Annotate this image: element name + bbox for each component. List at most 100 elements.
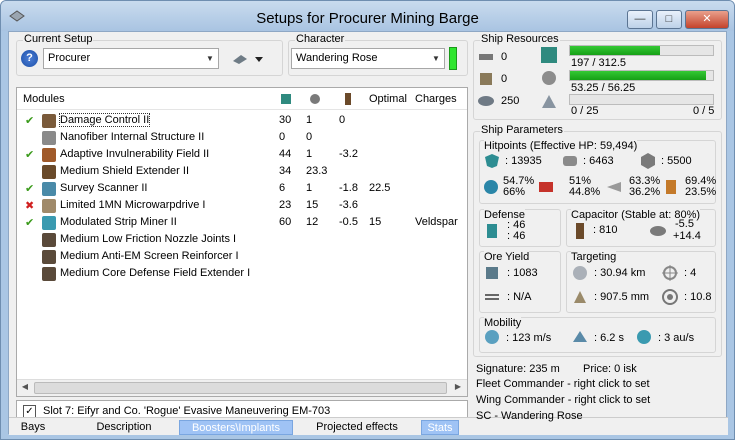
modules-list[interactable]: Modules Optimal Charges ✔ Damage Control …	[16, 87, 468, 397]
active-check-icon[interactable]: ✔	[25, 148, 34, 161]
hull-icon	[641, 153, 655, 169]
cpu-bar	[569, 45, 714, 56]
defense-icon	[487, 224, 497, 238]
capacitor-amount: : 810	[593, 224, 618, 236]
module-icon	[42, 148, 56, 162]
module-name: Adaptive Invulnerability Field II	[60, 148, 210, 160]
calibration-text: 0 / 25	[571, 105, 599, 117]
module-cap-use: -3.6	[339, 199, 358, 211]
client-area: Current Setup ? Procurer ▼ Character Wan…	[8, 31, 728, 435]
minimize-button[interactable]: —	[627, 10, 653, 29]
table-row[interactable]: Medium Core Defense Field Extender I	[17, 265, 467, 282]
tab-description[interactable]: Description	[89, 420, 159, 435]
signature-radius: Signature: 235 m	[476, 363, 560, 375]
capacitor-icon	[576, 223, 584, 239]
table-row[interactable]: ✔ Survey Scanner II 6 1 -1.8 22.5	[17, 180, 467, 197]
title-bar: Setups for Procurer Mining Barge — □ ✕	[1, 1, 734, 31]
table-row[interactable]: ✖ Limited 1MN Microwarpdrive I 23 15 -3.6	[17, 197, 467, 214]
tab-stats[interactable]: Stats	[421, 420, 459, 435]
explosive-resist-2: 23.5%	[685, 186, 717, 198]
module-name: Medium Anti-EM Screen Reinforcer I	[60, 250, 239, 262]
scroll-right-icon[interactable]: ▶	[452, 382, 464, 391]
cpu-text: 197 / 312.5	[571, 57, 627, 69]
maximize-button[interactable]: □	[656, 10, 682, 29]
table-row[interactable]: Medium Anti-EM Screen Reinforcer I	[17, 248, 467, 265]
fleet-commander[interactable]: Fleet Commander - right click to set	[476, 378, 650, 390]
tab-boosters-implants[interactable]: Boosters\Implants	[179, 420, 293, 435]
help-icon[interactable]: ?	[21, 50, 38, 67]
active-check-icon[interactable]: ✔	[25, 216, 34, 229]
module-icon	[42, 114, 56, 128]
gas-yield-icon	[485, 294, 499, 300]
module-icon	[42, 131, 56, 145]
hitpoints-label: Hitpoints (Effective HP: 59,494)	[484, 140, 638, 152]
powergrid-icon	[542, 71, 556, 85]
character-select[interactable]: Wandering Rose ▼	[291, 48, 445, 69]
cpu-icon[interactable]	[279, 92, 293, 106]
tab-bays[interactable]: Bays	[13, 420, 53, 435]
table-row[interactable]: Nanofiber Internal Structure II 0 0	[17, 129, 467, 146]
table-row[interactable]: ✔ Adaptive Invulnerability Field II 44 1 -3.…	[17, 146, 467, 163]
module-name: Limited 1MN Microwarpdrive I	[60, 199, 206, 211]
thermal-resist-icon	[539, 182, 553, 192]
horizontal-scrollbar[interactable]: ◀ ▶	[17, 379, 467, 396]
gas-yield-value: : N/A	[507, 291, 532, 303]
em-resist-icon	[484, 180, 498, 194]
module-icon	[42, 250, 56, 264]
module-name: Medium Shield Extender II	[60, 165, 190, 177]
scrollbar-thumb[interactable]	[34, 382, 447, 394]
max-velocity-icon	[485, 330, 499, 344]
active-check-icon[interactable]: ✔	[25, 182, 34, 195]
active-check-icon[interactable]: ✔	[25, 114, 34, 127]
target-range: : 30.94 km	[594, 267, 646, 279]
character-label: Character	[295, 33, 346, 45]
calibration-icon	[542, 95, 556, 108]
ship-parameters-label: Ship Parameters	[480, 124, 564, 136]
table-row[interactable]: Medium Low Friction Nozzle Joints I	[17, 231, 467, 248]
setup-menu-icon[interactable]	[231, 51, 265, 67]
close-button[interactable]: ✕	[685, 10, 729, 29]
module-power: 12	[306, 216, 319, 228]
wing-commander[interactable]: Wing Commander - right click to set	[476, 394, 650, 406]
capacitor-icon[interactable]	[341, 92, 355, 106]
module-cpu: 6	[279, 182, 286, 194]
targeting-label: Targeting	[571, 251, 617, 263]
warp-speed-icon	[637, 330, 651, 344]
kinetic-resist-2: 36.2%	[629, 186, 661, 198]
module-icon	[42, 182, 56, 196]
sensor-strength-icon	[662, 289, 678, 305]
power-icon[interactable]	[308, 92, 322, 106]
cpu-icon	[541, 47, 557, 63]
module-cpu: 0	[279, 131, 286, 143]
scroll-left-icon[interactable]: ◀	[19, 382, 31, 391]
character-select-value: Wandering Rose	[296, 52, 378, 64]
squad-commander[interactable]: SC - Wandering Rose	[476, 410, 583, 422]
launcher-hardpoint-icon	[480, 73, 492, 85]
powergrid-bar	[569, 70, 714, 81]
module-icon	[42, 216, 56, 230]
module-name: Survey Scanner II	[60, 182, 148, 194]
ore-yield-icon	[486, 267, 498, 279]
max-velocity: : 123 m/s	[506, 332, 552, 344]
col-modules[interactable]: Modules	[23, 93, 65, 105]
ship-resources-label: Ship Resources	[480, 33, 560, 45]
col-optimal[interactable]: Optimal	[369, 93, 407, 105]
table-row[interactable]: Medium Shield Extender II 34 23.3	[17, 163, 467, 180]
tab-projected-effects[interactable]: Projected effects	[307, 420, 407, 435]
table-row[interactable]: ✔ Modulated Strip Miner II 60 12 -0.5 15 Velds…	[17, 214, 467, 231]
module-icon	[42, 267, 56, 281]
table-row[interactable]: ✔ Damage Control II 30 1 0	[17, 112, 467, 129]
align-time: : 6.2 s	[594, 332, 624, 344]
col-charges[interactable]: Charges	[415, 93, 457, 105]
setup-select[interactable]: Procurer ▼	[43, 48, 219, 69]
slot-text: Slot 7: Eifyr and Co. 'Rogue' Evasive Ma…	[43, 405, 331, 417]
bottom-tabs: Bays Description Boosters\Implants Proje…	[9, 417, 728, 435]
defense-value-2: : 46	[507, 230, 526, 242]
max-targets: : 4	[684, 267, 697, 279]
launcher-hardpoints: 0	[501, 73, 508, 85]
offline-cross-icon[interactable]: ✖	[25, 199, 34, 212]
turret-hardpoint-icon	[479, 54, 493, 60]
scan-resolution-icon	[574, 291, 586, 303]
module-cpu: 23	[279, 199, 292, 211]
module-power: 0	[306, 131, 313, 143]
